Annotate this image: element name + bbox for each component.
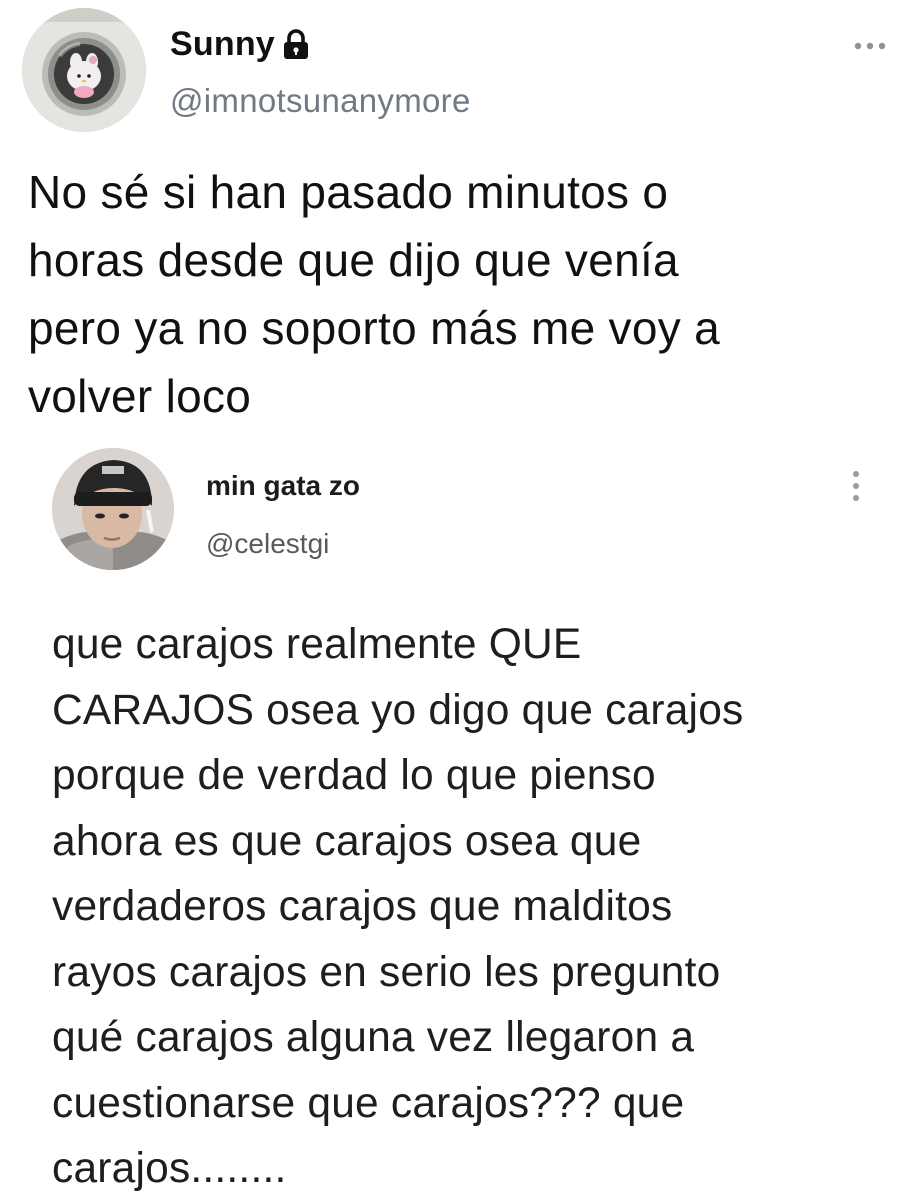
washing-machine-avatar-image <box>22 8 146 132</box>
more-vertical-icon <box>850 468 862 504</box>
quoted-author-display-name: min gata zo <box>206 470 361 501</box>
author-handle[interactable]: @imnotsunanymore <box>170 82 471 120</box>
quoted-tweet-text: que carajos realmente QUE CARAJOS osea y… <box>52 621 744 1192</box>
more-horizontal-icon[interactable] <box>852 36 888 56</box>
author-avatar[interactable] <box>22 8 146 132</box>
quoted-author-avatar <box>52 448 174 570</box>
quoted-author-handle: @celestgi <box>206 528 330 559</box>
quoted-tweet-screenshot: min gata zo @celestgi que carajos realme… <box>0 420 924 1200</box>
person-beanie-avatar-image <box>52 448 174 570</box>
lock-icon <box>281 29 311 61</box>
tweet-text: No sé si han pasado minutos o horas desd… <box>28 166 720 422</box>
author-name-row[interactable]: Sunny <box>170 22 311 66</box>
author-display-name[interactable]: Sunny <box>170 25 275 64</box>
